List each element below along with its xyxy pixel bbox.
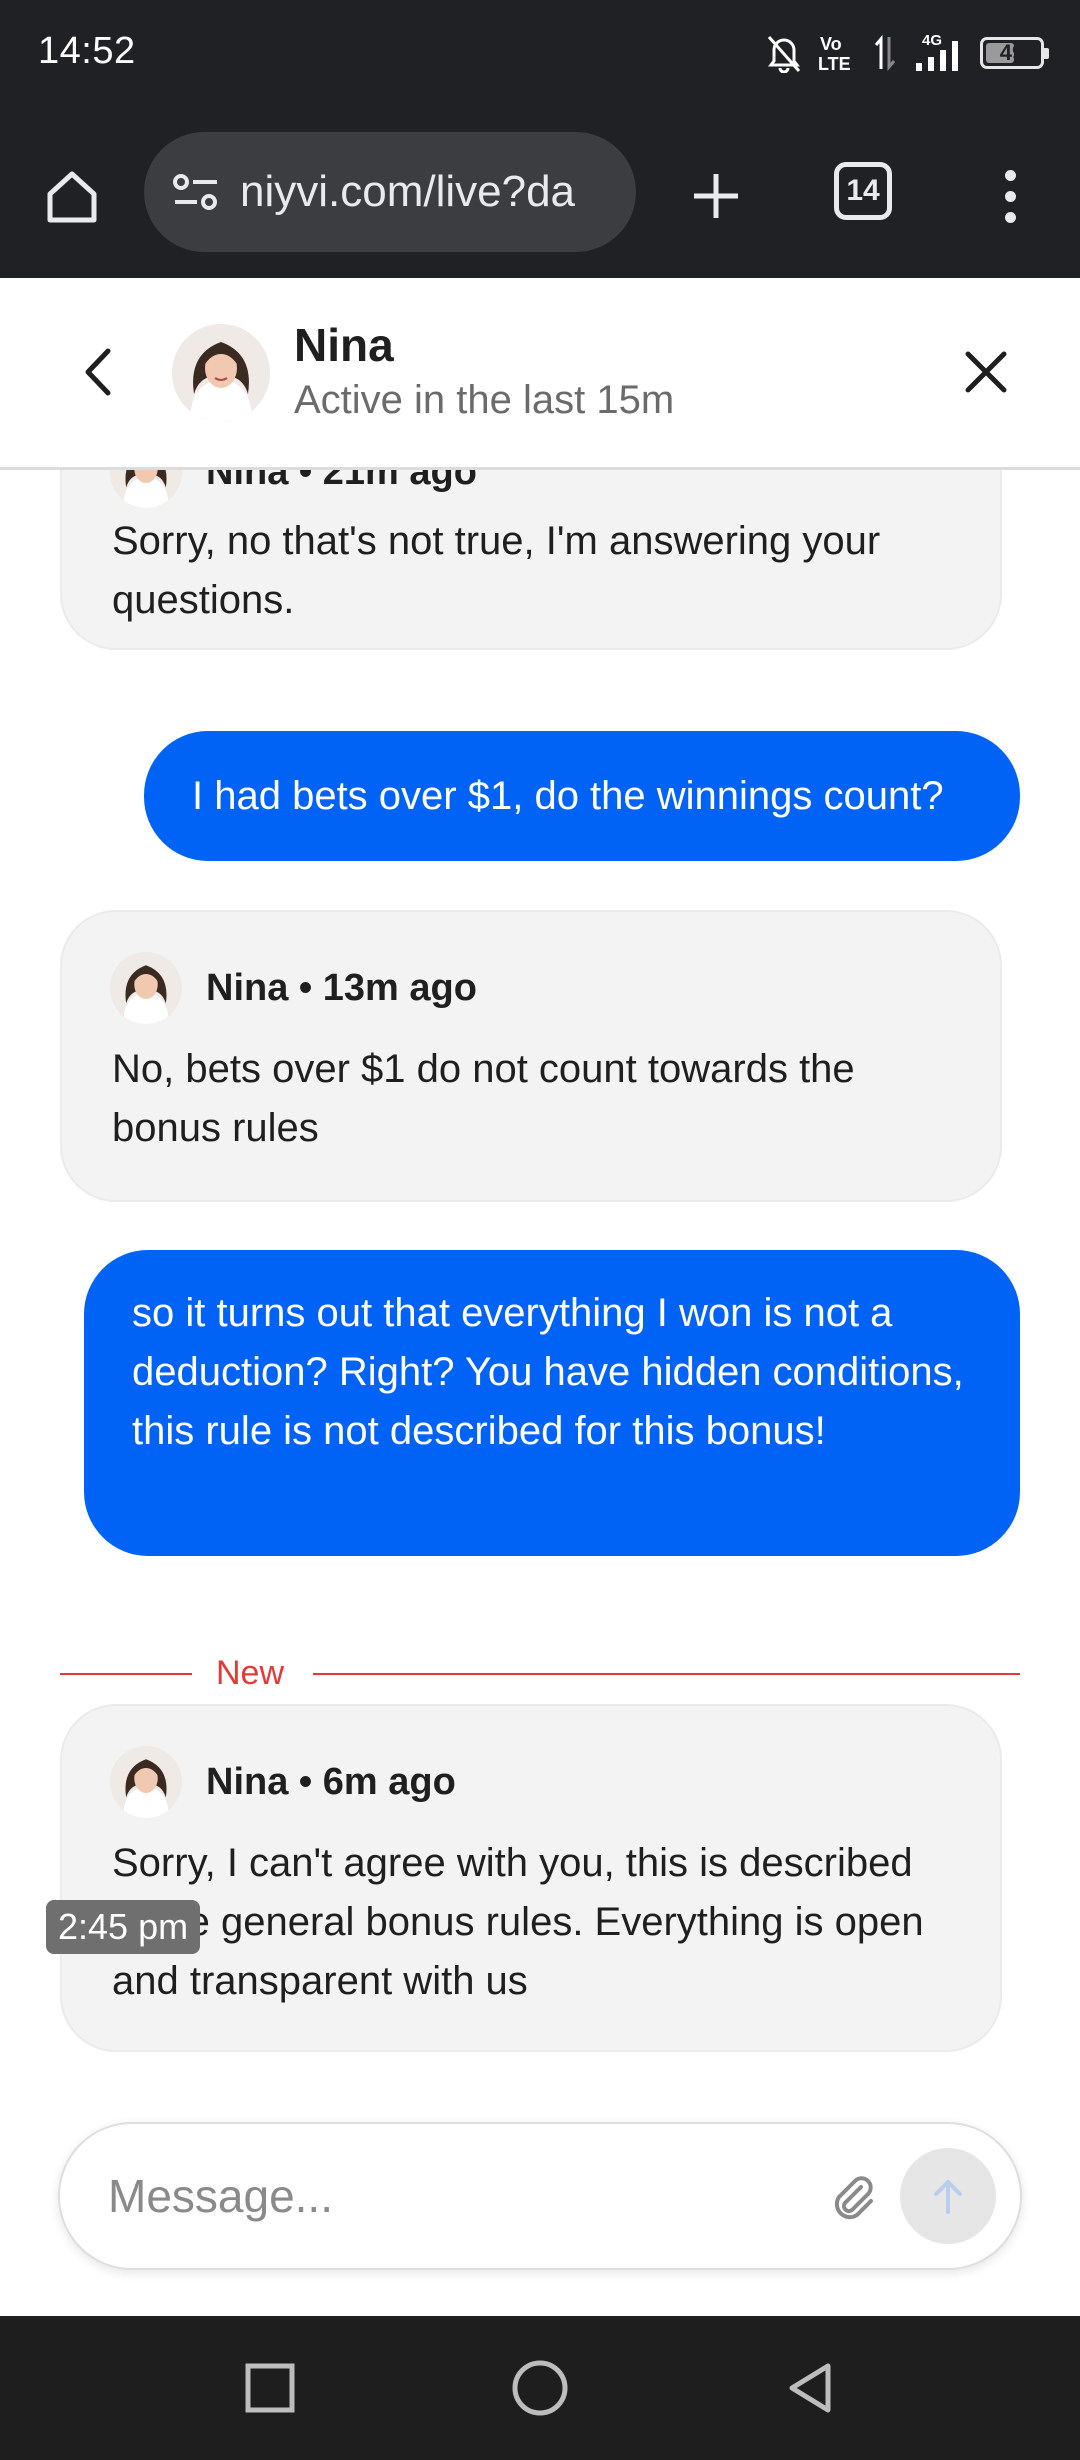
triangle-back-icon xyxy=(789,2363,831,2413)
timestamp-chip: 2:45 pm xyxy=(46,1900,201,1954)
url-text[interactable]: niyvi.com/live?da xyxy=(240,167,575,217)
address-bar[interactable]: niyvi.com/live?da xyxy=(144,132,636,252)
plus-icon xyxy=(694,174,738,218)
back-nav-button[interactable] xyxy=(774,2352,846,2424)
status-bar: 14:52 Vo LTE 4G 49 xyxy=(0,0,1080,110)
back-button[interactable] xyxy=(70,342,130,402)
home-nav-button[interactable] xyxy=(504,2352,576,2424)
notifications-off-icon xyxy=(767,36,801,73)
signal-4g-label: 4G xyxy=(922,32,942,49)
status-time: 14:52 xyxy=(38,30,136,72)
new-tab-button[interactable] xyxy=(680,160,752,232)
home-icon xyxy=(47,171,97,223)
message-author: Nina • 21m ago xyxy=(206,470,477,493)
battery-icon: 49 xyxy=(980,37,1049,69)
volte-icon: Vo LTE xyxy=(818,34,851,74)
message-author-row: Nina • 13m ago xyxy=(110,952,477,1024)
battery-level: 49 xyxy=(999,40,1025,65)
message-text: No, bets over $1 do not count towards th… xyxy=(112,1047,855,1150)
status-icons: Vo LTE 4G 49 xyxy=(766,28,1049,78)
contact-name: Nina xyxy=(294,319,394,371)
avatar xyxy=(172,324,270,422)
message-input[interactable] xyxy=(108,2124,788,2268)
signal-4g-icon: 4G xyxy=(916,32,958,71)
divider-label: New xyxy=(216,1654,285,1692)
new-messages-divider: New xyxy=(60,1653,1020,1693)
volte-vo-label: Vo xyxy=(820,34,842,54)
site-settings-icon[interactable] xyxy=(166,170,226,214)
message-text: I had bets over $1, do the winnings coun… xyxy=(192,774,944,818)
chevron-left-icon xyxy=(85,348,111,396)
data-transfer-icon xyxy=(874,34,896,72)
menu-dot xyxy=(1004,169,1016,181)
message-author-row: Nina • 6m ago xyxy=(110,1746,456,1818)
divider-line-right xyxy=(313,1673,1020,1675)
user-message: I had bets over $1, do the winnings coun… xyxy=(144,731,1020,861)
menu-dot xyxy=(1004,211,1016,223)
user-message: so it turns out that everything I won is… xyxy=(84,1250,1020,1556)
message-author: Nina • 6m ago xyxy=(206,1760,456,1803)
message-author-row: Nina • 21m ago xyxy=(110,470,477,508)
more-options-button[interactable] xyxy=(990,160,1030,232)
message-author: Nina • 13m ago xyxy=(206,966,477,1009)
arrow-up-icon xyxy=(934,2180,962,2214)
message-text: so it turns out that everything I won is… xyxy=(132,1291,964,1453)
divider-line-left xyxy=(60,1673,192,1675)
paperclip-icon xyxy=(834,2176,873,2220)
message-list[interactable]: Nina • 21m ago Sorry, no that's not true… xyxy=(0,470,1080,2090)
browser-toolbar: niyvi.com/live?da 14 xyxy=(0,110,1080,278)
avatar xyxy=(110,470,182,508)
avatar xyxy=(110,952,182,1024)
system-nav-bar xyxy=(0,2316,1080,2460)
agent-message: Nina • 13m ago No, bets over $1 do not c… xyxy=(60,910,1002,1202)
chat-header: Nina Active in the last 15m xyxy=(0,278,1080,470)
tab-switcher-button[interactable]: 14 xyxy=(834,162,892,220)
avatar xyxy=(110,1746,182,1818)
agent-message: Nina • 6m ago Sorry, I can't agree with … xyxy=(60,1704,1002,2052)
message-text: Sorry, no that's not true, I'm answering… xyxy=(112,519,881,622)
square-icon xyxy=(245,2363,295,2413)
volte-lte-label: LTE xyxy=(818,54,851,74)
message-composer xyxy=(58,2122,1022,2270)
home-button[interactable] xyxy=(36,160,108,232)
battery-tip xyxy=(1044,48,1049,59)
message-text: Sorry, I can't agree with you, this is d… xyxy=(112,1841,924,2003)
recents-button[interactable] xyxy=(234,2352,306,2424)
close-icon xyxy=(965,351,1007,393)
menu-dot xyxy=(1004,190,1016,202)
send-button[interactable] xyxy=(900,2148,996,2244)
attach-button[interactable] xyxy=(822,2166,882,2226)
close-button[interactable] xyxy=(956,342,1016,402)
circle-icon xyxy=(512,2360,568,2416)
contact-status: Active in the last 15m xyxy=(294,378,675,422)
agent-message: Nina • 21m ago Sorry, no that's not true… xyxy=(60,470,1002,650)
